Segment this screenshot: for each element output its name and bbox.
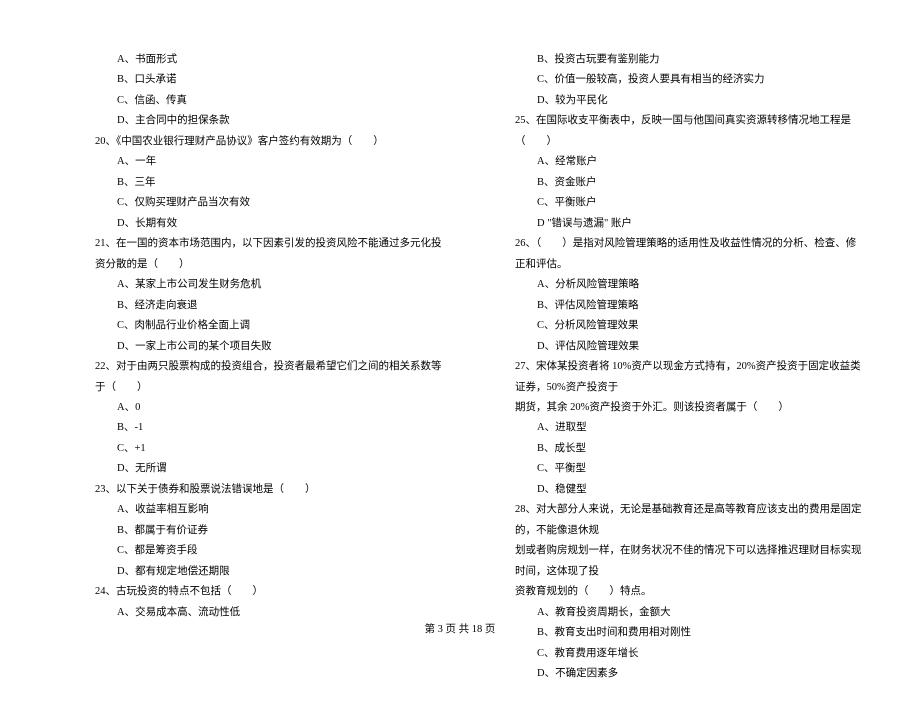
q20-opt-d: D、长期有效 bbox=[95, 214, 445, 234]
q27-opt-d: D、稳健型 bbox=[515, 480, 865, 500]
q28-opt-c: C、教育费用逐年增长 bbox=[515, 644, 865, 664]
q27-stem-l2: 期货，其余 20%资产投资于外汇。则该投资者属于（ ） bbox=[515, 398, 865, 418]
q25-opt-b: B、资金账户 bbox=[515, 173, 865, 193]
q21-opt-b: B、经济走向衰退 bbox=[95, 296, 445, 316]
q23-opt-c: C、都是筹资手段 bbox=[95, 541, 445, 561]
q22-opt-b: B、-1 bbox=[95, 418, 445, 438]
q26-opt-a: A、分析风险管理策略 bbox=[515, 275, 865, 295]
q25-opt-d: D "错误与遗漏" 账户 bbox=[515, 214, 865, 234]
q20-stem: 20、《中国农业银行理财产品协议》客户签约有效期为（ ） bbox=[95, 132, 445, 152]
q26-opt-d: D、评估风险管理效果 bbox=[515, 337, 865, 357]
q23-opt-d: D、都有规定地偿还期限 bbox=[95, 562, 445, 582]
q27-opt-a: A、进取型 bbox=[515, 418, 865, 438]
q22-opt-d: D、无所谓 bbox=[95, 459, 445, 479]
q24-opt-c: C、价值一般较高，投资人要具有相当的经济实力 bbox=[515, 70, 865, 90]
q24-stem: 24、古玩投资的特点不包括（ ） bbox=[95, 582, 445, 602]
q27-stem-l1: 27、宋体某投资者将 10%资产以现金方式持有，20%资产投资于固定收益类证券，… bbox=[515, 357, 865, 398]
q25-opt-a: A、经常账户 bbox=[515, 152, 865, 172]
q20-opt-b: B、三年 bbox=[95, 173, 445, 193]
q27-opt-b: B、成长型 bbox=[515, 439, 865, 459]
q24-opt-b: B、投资古玩要有鉴别能力 bbox=[515, 50, 865, 70]
right-column: B、投资古玩要有鉴别能力 C、价值一般较高，投资人要具有相当的经济实力 D、较为… bbox=[515, 50, 865, 685]
q28-stem-l2: 划或者购房规划一样，在财务状况不佳的情况下可以选择推迟理财目标实现时间，这体现了… bbox=[515, 541, 865, 582]
q28-opt-d: D、不确定因素多 bbox=[515, 664, 865, 684]
q28-stem-l3: 资教育规划的（ ）特点。 bbox=[515, 582, 865, 602]
q22-stem: 22、对于由两只股票构成的投资组合，投资者最希望它们之间的相关系数等于（ ） bbox=[95, 357, 445, 398]
q24-opt-d: D、较为平民化 bbox=[515, 91, 865, 111]
q26-stem: 26、（ ）是指对风险管理策略的适用性及收益性情况的分析、检查、修正和评估。 bbox=[515, 234, 865, 275]
q19-opt-b: B、口头承诺 bbox=[95, 70, 445, 90]
q25-stem: 25、在国际收支平衡表中，反映一国与他国间真实资源转移情况地工程是（ ） bbox=[515, 111, 865, 152]
q25-opt-c: C、平衡账户 bbox=[515, 193, 865, 213]
q19-opt-d: D、主合同中的担保条款 bbox=[95, 111, 445, 131]
q21-opt-d: D、一家上市公司的某个项目失败 bbox=[95, 337, 445, 357]
q23-opt-b: B、都属于有价证券 bbox=[95, 521, 445, 541]
q20-opt-c: C、仅购买理财产品当次有效 bbox=[95, 193, 445, 213]
q21-opt-a: A、某家上市公司发生财务危机 bbox=[95, 275, 445, 295]
page-footer: 第 3 页 共 18 页 bbox=[0, 621, 920, 636]
q21-stem: 21、在一国的资本市场范围内，以下因素引发的投资风险不能通过多元化投资分散的是（… bbox=[95, 234, 445, 275]
q27-opt-c: C、平衡型 bbox=[515, 459, 865, 479]
q23-stem: 23、以下关于债券和股票说法错误地是（ ） bbox=[95, 480, 445, 500]
q23-opt-a: A、收益率相互影响 bbox=[95, 500, 445, 520]
q20-opt-a: A、一年 bbox=[95, 152, 445, 172]
q28-stem-l1: 28、对大部分人来说，无论是基础教育还是高等教育应该支出的费用是固定的，不能像退… bbox=[515, 500, 865, 541]
q19-opt-c: C、信函、传真 bbox=[95, 91, 445, 111]
page-body: A、书面形式 B、口头承诺 C、信函、传真 D、主合同中的担保条款 20、《中国… bbox=[0, 0, 920, 705]
q19-opt-a: A、书面形式 bbox=[95, 50, 445, 70]
q22-opt-c: C、+1 bbox=[95, 439, 445, 459]
q21-opt-c: C、肉制品行业价格全面上调 bbox=[95, 316, 445, 336]
q26-opt-c: C、分析风险管理效果 bbox=[515, 316, 865, 336]
q22-opt-a: A、0 bbox=[95, 398, 445, 418]
q26-opt-b: B、评估风险管理策略 bbox=[515, 296, 865, 316]
left-column: A、书面形式 B、口头承诺 C、信函、传真 D、主合同中的担保条款 20、《中国… bbox=[95, 50, 445, 685]
